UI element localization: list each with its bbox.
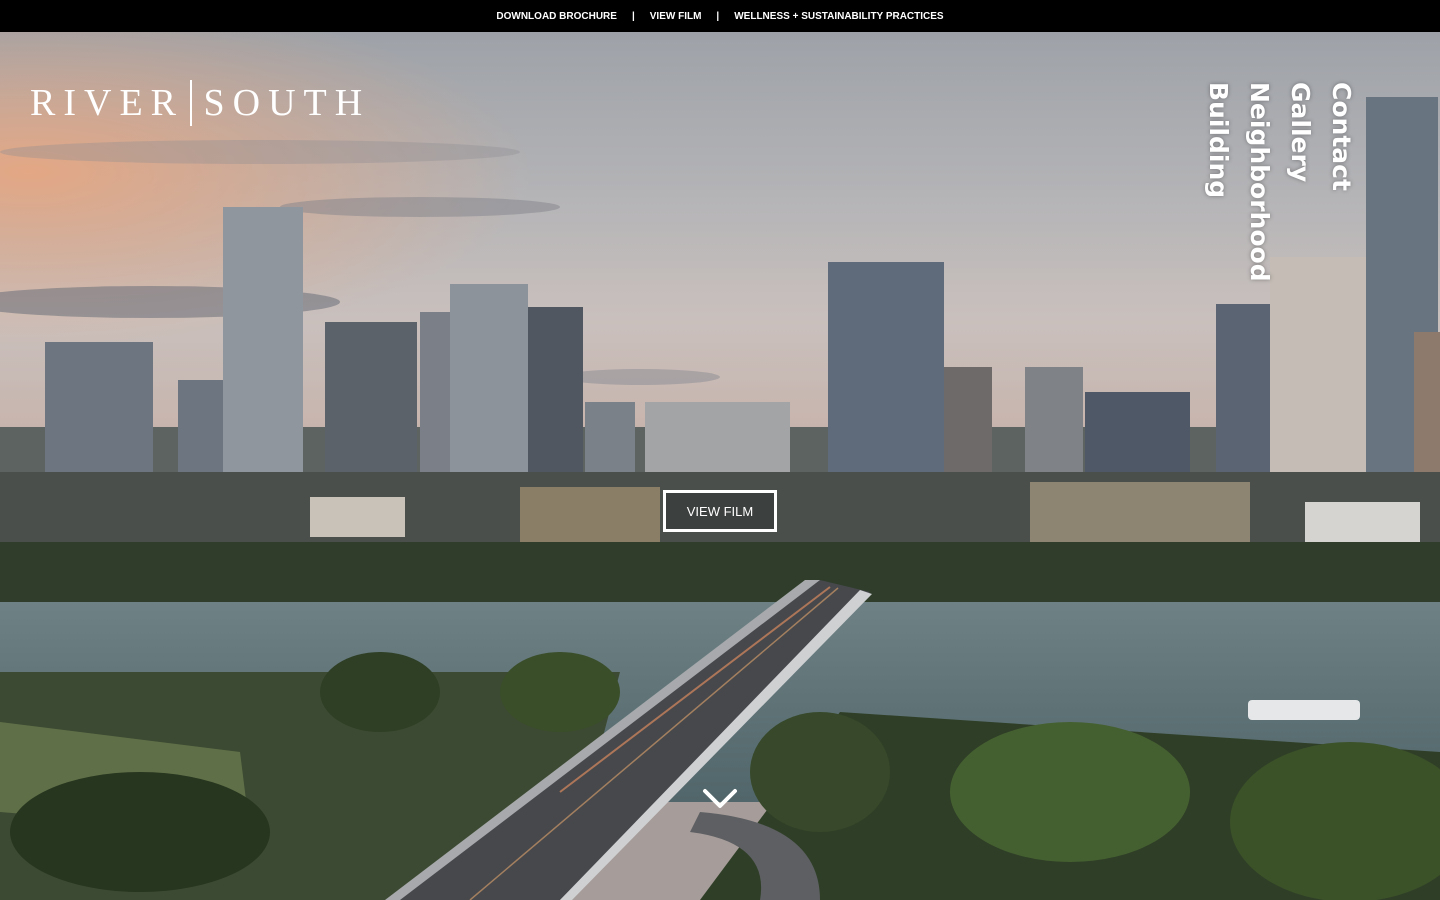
- nav-neighborhood[interactable]: Neighborhood: [1239, 82, 1280, 282]
- logo-word-south: SOUTH: [203, 82, 371, 124]
- nav-contact[interactable]: Contact: [1321, 82, 1362, 282]
- nav-gallery[interactable]: Gallery: [1280, 82, 1321, 282]
- chevron-down-icon[interactable]: [702, 788, 738, 810]
- nav-building[interactable]: Building: [1198, 82, 1239, 282]
- view-film-link[interactable]: VIEW FILM: [650, 11, 702, 22]
- top-bar: DOWNLOAD BROCHURE | VIEW FILM | WELLNESS…: [0, 0, 1440, 32]
- separator: |: [631, 10, 635, 22]
- view-film-button[interactable]: VIEW FILM: [663, 490, 777, 532]
- logo-word-river: RIVER: [30, 82, 184, 124]
- download-brochure-link[interactable]: DOWNLOAD BROCHURE: [496, 11, 617, 22]
- wellness-sustainability-link[interactable]: WELLNESS + SUSTAINABILITY PRACTICES: [734, 11, 943, 22]
- river-south-logo[interactable]: RIVER SOUTH: [30, 80, 370, 126]
- main-navigation: Contact Gallery Neighborhood Building: [1198, 82, 1362, 282]
- logo-divider: [190, 80, 192, 126]
- separator: |: [716, 10, 720, 22]
- hero-section: RIVER SOUTH Contact Gallery Neighborhood…: [0, 32, 1440, 900]
